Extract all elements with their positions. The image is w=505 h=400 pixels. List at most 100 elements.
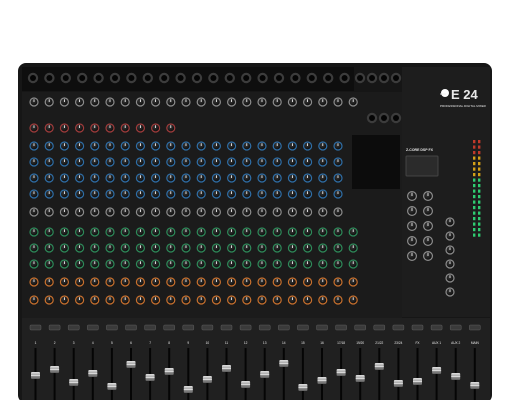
mute-button[interactable] xyxy=(411,324,424,331)
fader-slot xyxy=(359,348,362,400)
meter-led xyxy=(473,145,476,149)
model-name: E 24 xyxy=(451,87,479,102)
mute-button[interactable] xyxy=(239,324,252,331)
mute-button[interactable] xyxy=(297,324,309,331)
meter-led xyxy=(473,206,476,210)
mute-button[interactable] xyxy=(335,324,347,331)
meter-led xyxy=(473,178,476,182)
mute-button[interactable] xyxy=(125,324,137,331)
input-jack-6-hole xyxy=(112,75,118,81)
mute-button[interactable] xyxy=(163,324,175,331)
meter-led xyxy=(478,189,481,193)
input-jack-9-hole xyxy=(161,75,168,81)
input-jack-2-hole xyxy=(46,75,53,81)
stereo-jack-3-hole xyxy=(381,75,387,81)
fader-label: 15 xyxy=(301,341,305,345)
mute-button[interactable] xyxy=(450,324,462,331)
fader-label: 11 xyxy=(225,341,229,345)
input-jack-20-hole xyxy=(341,75,348,81)
mute-button[interactable] xyxy=(392,324,405,331)
fader-label: 16 xyxy=(320,341,324,345)
meter-led xyxy=(473,167,476,171)
fader-slot xyxy=(110,348,113,400)
fader-label: 6 xyxy=(130,341,132,345)
meter-led xyxy=(473,211,476,215)
stereo-jack-4-hole xyxy=(393,75,399,81)
brand-logo-text: RCF xyxy=(440,92,446,96)
meter-led xyxy=(478,233,481,237)
fader-label: 9 xyxy=(187,341,189,345)
mute-button[interactable] xyxy=(106,324,118,331)
fader-label: AUX 2 xyxy=(451,341,460,345)
mute-button[interactable] xyxy=(48,324,61,331)
meter-led xyxy=(473,151,476,155)
fader-slot xyxy=(282,348,285,400)
input-jack-4-hole xyxy=(79,75,86,81)
mute-button[interactable] xyxy=(316,324,328,331)
master-output-jack-hole xyxy=(369,115,375,121)
meter-led xyxy=(473,173,476,177)
mute-button[interactable] xyxy=(29,324,42,331)
meter-led xyxy=(478,167,481,171)
fader-slot xyxy=(301,348,304,400)
input-jack-16-hole xyxy=(276,75,282,81)
fader-label: 17/18 xyxy=(337,341,345,345)
fader-slot xyxy=(206,348,209,400)
input-jack-strip xyxy=(22,67,354,91)
meter-led xyxy=(478,200,481,204)
fader-label: 13 xyxy=(263,341,267,345)
fader-label: 12 xyxy=(244,341,248,345)
meter-led xyxy=(478,162,481,166)
mute-button[interactable] xyxy=(144,324,156,331)
dsp-label: Z-CORE DSP FX xyxy=(406,148,434,152)
mute-button[interactable] xyxy=(354,324,366,331)
fader-label: 14 xyxy=(282,341,286,345)
meter-led xyxy=(473,162,476,166)
meter-led xyxy=(478,217,481,221)
meter-led xyxy=(473,140,476,144)
mute-button[interactable] xyxy=(87,324,99,331)
fader-label: 19/20 xyxy=(356,341,364,345)
fader-slot xyxy=(397,348,400,400)
meter-led xyxy=(473,222,476,226)
meter-led xyxy=(478,206,481,210)
fader-slot xyxy=(321,348,323,400)
mute-button[interactable] xyxy=(67,324,80,331)
input-jack-11-hole xyxy=(194,75,200,81)
fader-label: AUX 1 xyxy=(432,341,441,345)
mute-button[interactable] xyxy=(259,324,271,331)
fader-slot xyxy=(416,348,419,400)
fader-slot xyxy=(378,348,381,400)
model-tagline: PROFESSIONAL DIGITAL MIXER xyxy=(440,104,487,108)
input-jack-13-hole xyxy=(226,75,233,81)
input-jack-8-hole xyxy=(144,75,151,81)
input-jack-19-hole xyxy=(325,75,332,81)
fader-label: 23/24 xyxy=(394,341,402,345)
meter-led xyxy=(478,222,481,226)
mute-button[interactable] xyxy=(469,324,481,331)
fader-slot xyxy=(225,348,228,400)
input-jack-12-hole xyxy=(210,75,217,81)
fader-label: 21/22 xyxy=(375,341,383,345)
mute-button[interactable] xyxy=(182,324,195,331)
meter-led xyxy=(478,195,481,199)
fader-slot xyxy=(244,348,247,400)
mute-button[interactable] xyxy=(430,324,443,331)
mute-button[interactable] xyxy=(373,324,385,331)
fader-label: 8 xyxy=(168,341,170,345)
meter-led xyxy=(473,189,476,193)
mute-button[interactable] xyxy=(201,324,214,331)
input-jack-15-hole xyxy=(259,75,266,81)
stereo-jack-2-hole xyxy=(369,75,375,81)
fader-slot xyxy=(473,348,476,400)
mute-button[interactable] xyxy=(278,324,290,331)
input-jack-7-hole xyxy=(128,75,135,81)
fader-label: 2 xyxy=(54,341,56,345)
fader-label: MAIN xyxy=(471,341,480,345)
fader-label: 10 xyxy=(206,341,210,345)
meter-led xyxy=(473,228,476,232)
stereo-jack-1-hole xyxy=(357,75,363,81)
mute-button[interactable] xyxy=(220,324,233,331)
master-output-jack-hole xyxy=(381,115,387,121)
fader-slot xyxy=(130,348,132,400)
